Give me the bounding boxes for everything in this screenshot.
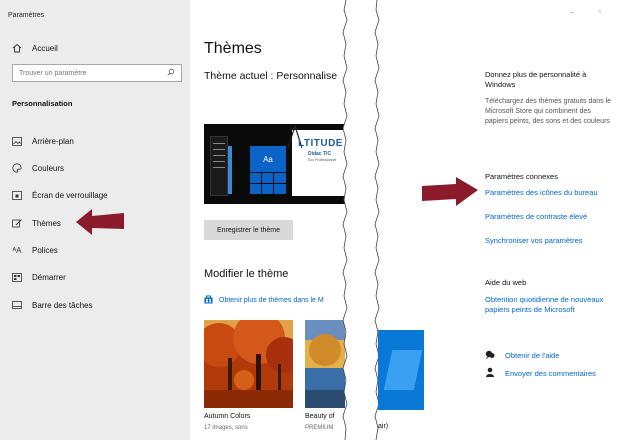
search-icon: [167, 68, 175, 78]
torn-edge-left: [342, 0, 354, 440]
send-feedback-label: Envoyer des commentaires: [505, 368, 596, 378]
store-icon: [204, 295, 213, 306]
preview-brand: LTITUDE: [298, 138, 343, 149]
taskbar-icon: [12, 300, 22, 310]
maximize-icon[interactable]: ▫: [598, 7, 601, 16]
home-icon: [12, 43, 22, 53]
sidebar-item-label: Couleurs: [32, 163, 65, 173]
feedback-icon: [485, 364, 495, 382]
sidebar-item-label: Écran de verrouillage: [32, 190, 108, 200]
theme-sub: PREMIUM: [305, 425, 334, 431]
sidebar-item-colors[interactable]: Couleurs: [12, 163, 64, 173]
lock-screen-icon: [12, 190, 22, 200]
promo-heading: Donnez plus de personnalité à Windows: [485, 70, 587, 89]
sidebar-item-themes[interactable]: Thèmes: [12, 218, 61, 228]
search-placeholder: Trouver un paramètre: [19, 69, 87, 77]
preview-tile: Aa: [250, 146, 286, 172]
minimize-icon[interactable]: –: [570, 8, 574, 17]
sidebar-item-taskbar[interactable]: Barre des tâches: [12, 300, 92, 310]
sidebar-item-background[interactable]: Arrière-plan: [12, 136, 74, 146]
sidebar-item-label: Arrière-plan: [32, 136, 74, 146]
current-theme-label: Thème actuel : Personnalise: [204, 70, 338, 82]
search-input[interactable]: Trouver un paramètre: [12, 64, 182, 82]
themes-icon: [12, 218, 22, 228]
web-help-heading: Aide du web: [485, 278, 527, 287]
store-link-label: Obtenir plus de thèmes dans le M: [219, 297, 324, 304]
save-theme-button[interactable]: Enregistrer le thème: [204, 220, 293, 240]
help-chat-icon: [485, 346, 495, 364]
section-label: Personnalisation: [12, 99, 73, 108]
promo-text: Téléchargez des thèmes gratuits dans le …: [485, 98, 612, 125]
window-title: Paramètres: [8, 12, 45, 19]
related-settings-heading: Paramètres connexes: [485, 172, 558, 181]
send-feedback-link[interactable]: Envoyer des commentaires: [485, 364, 596, 382]
daily-wallpapers-link[interactable]: Obtention quotidienne de nouveaux papier…: [485, 295, 617, 315]
theme-thumbnail-autumn[interactable]: [204, 320, 293, 408]
sidebar-item-fonts[interactable]: ᴬA Polices: [12, 245, 58, 255]
modify-theme-heading: Modifier le thème: [204, 268, 289, 280]
fonts-icon: ᴬA: [12, 245, 22, 255]
pointer-arrow-themes: [76, 209, 124, 235]
preview-start-menu: [210, 136, 228, 196]
pointer-arrow-desktop-icons: [422, 177, 478, 206]
sidebar-item-label: Démarrer: [32, 272, 66, 282]
palette-icon: [12, 163, 22, 173]
get-help-label: Obtenir de l'aide: [505, 350, 560, 360]
sync-settings-link[interactable]: Synchroniser vos paramètres: [485, 236, 583, 245]
theme-name: Beauty of: [305, 413, 335, 420]
theme-preview: Aa LTITUDE Didac TIC Éco Professionnel: [204, 124, 345, 204]
sidebar-item-label: Thèmes: [32, 218, 61, 228]
store-themes-link[interactable]: Obtenir plus de thèmes dans le M: [204, 295, 324, 306]
sidebar-item-label: Barre des tâches: [32, 300, 93, 310]
theme-thumbnail-partial[interactable]: [378, 330, 424, 410]
home-label: Accueil: [32, 43, 58, 53]
preview-brand-sub: Didac TIC: [308, 151, 332, 157]
start-icon: [12, 272, 22, 282]
theme-name: Autumn Colors: [204, 413, 251, 420]
theme-name-partial: air): [378, 423, 389, 430]
preview-brand-sub2: Éco Professionnel: [308, 158, 337, 162]
sidebar-item-start[interactable]: Démarrer: [12, 272, 66, 282]
sidebar-item-lock-screen[interactable]: Écran de verrouillage: [12, 190, 108, 200]
image-icon: [12, 136, 22, 146]
desktop-icons-settings-link[interactable]: Paramètres des icônes du bureau: [485, 188, 598, 197]
page-title: Thèmes: [204, 40, 262, 57]
sidebar-home[interactable]: Accueil: [12, 43, 58, 53]
get-help-link[interactable]: Obtenir de l'aide: [485, 346, 559, 364]
theme-sub: 17 images, sons: [204, 425, 248, 431]
high-contrast-settings-link[interactable]: Paramètres de contraste élevé: [485, 212, 587, 221]
sidebar-item-label: Polices: [32, 245, 58, 255]
